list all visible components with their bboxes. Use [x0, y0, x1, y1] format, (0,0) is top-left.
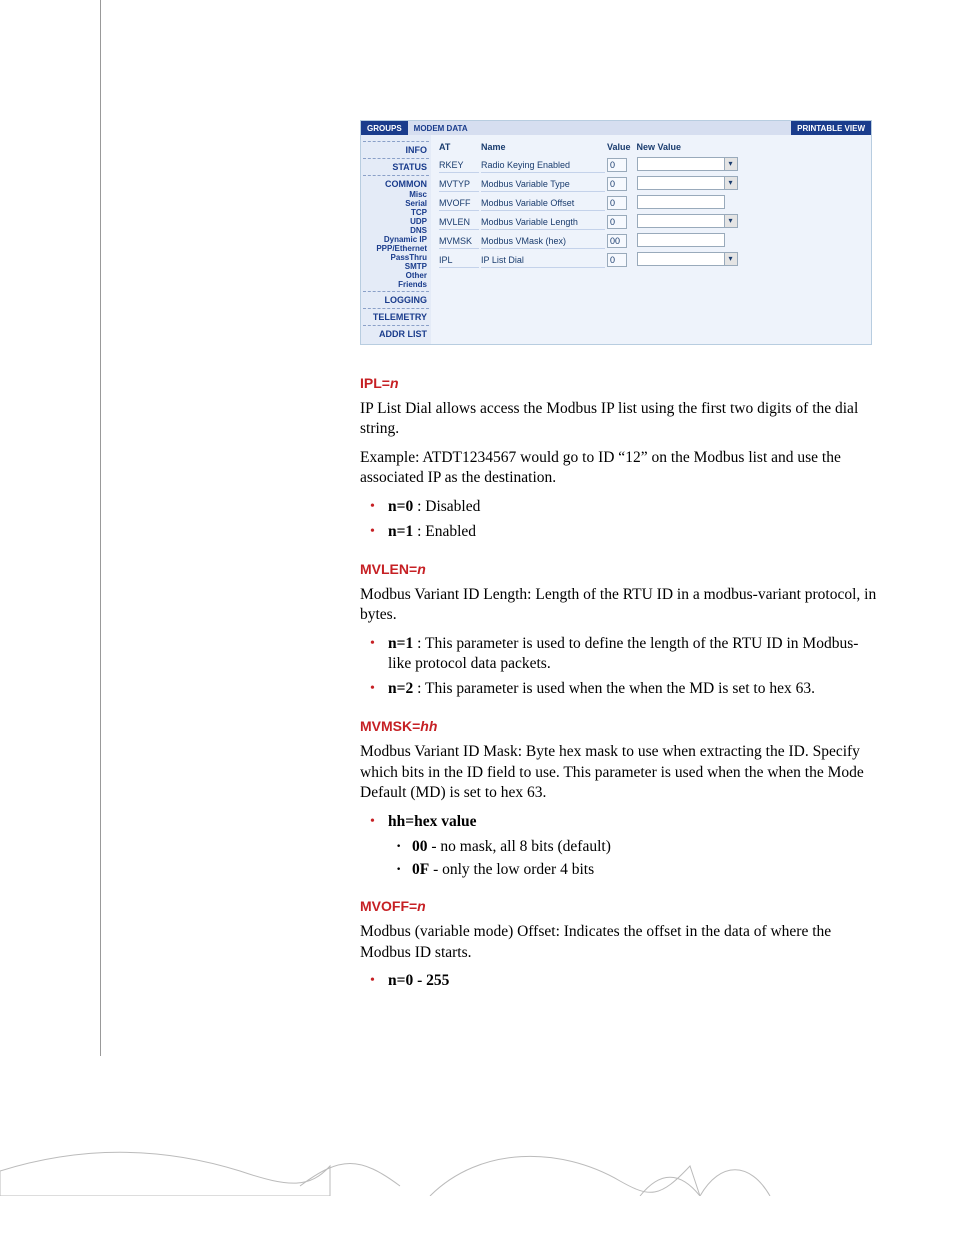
mvmsk-item-0: hh=hex value 00 - no mask, all 8 bits (d… [360, 812, 880, 881]
ipl-item-0: n=0 : Disabled [360, 497, 880, 518]
nav-common-ppp[interactable]: PPP/Ethernet [363, 244, 429, 253]
cell-name: Radio Keying Enabled [481, 157, 605, 173]
screenshot-titlebar: GROUPS MODEM DATA PRINTABLE VIEW [361, 121, 871, 135]
col-name: Name [481, 142, 605, 154]
newvalue-input[interactable] [637, 195, 725, 209]
nav-common-udp[interactable]: UDP [363, 217, 429, 226]
cell-value: 0 [607, 252, 635, 268]
cell-value: 0 [607, 157, 635, 173]
nav-common-dynamic-ip[interactable]: Dynamic IP [363, 235, 429, 244]
nav-status[interactable]: STATUS [363, 161, 429, 173]
mvmsk-sub-1: 0F - only the low order 4 bits [388, 860, 880, 881]
modem-data-title: MODEM DATA [408, 121, 791, 135]
cell-at: MVLEN [439, 214, 479, 230]
nav-addr-list[interactable]: ADDR LIST [363, 328, 429, 340]
heading-mvlen: MVLEN=n [360, 561, 880, 577]
table-row: MVTYPModbus Variable Type0 ▾ [439, 176, 742, 192]
printable-view-link[interactable]: PRINTABLE VIEW [791, 121, 871, 135]
cell-at: MVOFF [439, 195, 479, 211]
chevron-down-icon[interactable]: ▾ [725, 157, 738, 171]
cell-value: 00 [607, 233, 635, 249]
cell-name: Modbus Variable Offset [481, 195, 605, 211]
cell-newvalue[interactable] [637, 233, 742, 249]
mvlen-item-1: n=2 : This parameter is used when the wh… [360, 679, 880, 700]
mvmsk-para-1: Modbus Variant ID Mask: Byte hex mask to… [360, 742, 880, 803]
ipl-para-1: IP List Dial allows access the Modbus IP… [360, 399, 880, 440]
cell-newvalue[interactable] [637, 195, 742, 211]
modem-data-table: AT Name Value New Value RKEYRadio Keying… [437, 139, 744, 271]
chevron-down-icon[interactable]: ▾ [725, 252, 738, 266]
newvalue-select[interactable] [637, 252, 725, 266]
table-row: MVMSKModbus VMask (hex)00 [439, 233, 742, 249]
nav-common[interactable]: COMMON [363, 178, 429, 190]
nav-common-misc[interactable]: Misc [363, 190, 429, 199]
cell-name: IP List Dial [481, 252, 605, 268]
cell-name: Modbus Variable Type [481, 176, 605, 192]
table-row: IPLIP List Dial0 ▾ [439, 252, 742, 268]
cell-name: Modbus VMask (hex) [481, 233, 605, 249]
nav-logging[interactable]: LOGGING [363, 294, 429, 306]
cell-value: 0 [607, 214, 635, 230]
table-row: RKEYRadio Keying Enabled0 ▾ [439, 157, 742, 173]
vertical-rule [100, 0, 101, 1056]
ipl-para-2: Example: ATDT1234567 would go to ID “12”… [360, 448, 880, 489]
ipl-item-1: n=1 : Enabled [360, 522, 880, 543]
cell-name: Modbus Variable Length [481, 214, 605, 230]
col-at: AT [439, 142, 479, 154]
cell-at: RKEY [439, 157, 479, 173]
nav-common-friends[interactable]: Friends [363, 280, 429, 289]
newvalue-select[interactable] [637, 176, 725, 190]
cell-value: 0 [607, 195, 635, 211]
chevron-down-icon[interactable]: ▾ [725, 176, 738, 190]
heading-mvoff: MVOFF=n [360, 898, 880, 914]
newvalue-select[interactable] [637, 157, 725, 171]
col-newvalue: New Value [637, 142, 742, 154]
table-row: MVOFFModbus Variable Offset0 [439, 195, 742, 211]
nav-info[interactable]: INFO [363, 144, 429, 156]
footer-decoration [0, 1116, 954, 1196]
nav-common-other[interactable]: Other [363, 271, 429, 280]
heading-ipl: IPL=n [360, 375, 880, 391]
mvlen-item-0: n=1 : This parameter is used to define t… [360, 634, 880, 676]
cell-at: MVMSK [439, 233, 479, 249]
nav-common-passthru[interactable]: PassThru [363, 253, 429, 262]
cell-newvalue[interactable]: ▾ [637, 157, 742, 173]
newvalue-select[interactable] [637, 214, 725, 228]
table-row: MVLENModbus Variable Length0 ▾ [439, 214, 742, 230]
mvoff-para-1: Modbus (variable mode) Offset: Indicates… [360, 922, 880, 963]
nav-common-smtp[interactable]: SMTP [363, 262, 429, 271]
newvalue-input[interactable] [637, 233, 725, 247]
nav-common-tcp[interactable]: TCP [363, 208, 429, 217]
embedded-screenshot: GROUPS MODEM DATA PRINTABLE VIEW INFO ST… [360, 120, 872, 345]
col-value: Value [607, 142, 635, 154]
nav-common-dns[interactable]: DNS [363, 226, 429, 235]
screenshot-sidebar: INFO STATUS COMMON Misc Serial TCP UDP D… [361, 135, 431, 344]
cell-newvalue[interactable]: ▾ [637, 214, 742, 230]
nav-telemetry[interactable]: TELEMETRY [363, 311, 429, 323]
cell-value: 0 [607, 176, 635, 192]
chevron-down-icon[interactable]: ▾ [725, 214, 738, 228]
heading-mvmsk: MVMSK=hh [360, 718, 880, 734]
groups-tab[interactable]: GROUPS [361, 121, 408, 135]
mvlen-para-1: Modbus Variant ID Length: Length of the … [360, 585, 880, 626]
screenshot-main: AT Name Value New Value RKEYRadio Keying… [431, 135, 871, 344]
cell-newvalue[interactable]: ▾ [637, 252, 742, 268]
cell-at: MVTYP [439, 176, 479, 192]
nav-common-serial[interactable]: Serial [363, 199, 429, 208]
mvoff-item-0: n=0 - 255 [360, 971, 880, 992]
cell-newvalue[interactable]: ▾ [637, 176, 742, 192]
cell-at: IPL [439, 252, 479, 268]
mvmsk-sub-0: 00 - no mask, all 8 bits (default) [388, 837, 880, 858]
